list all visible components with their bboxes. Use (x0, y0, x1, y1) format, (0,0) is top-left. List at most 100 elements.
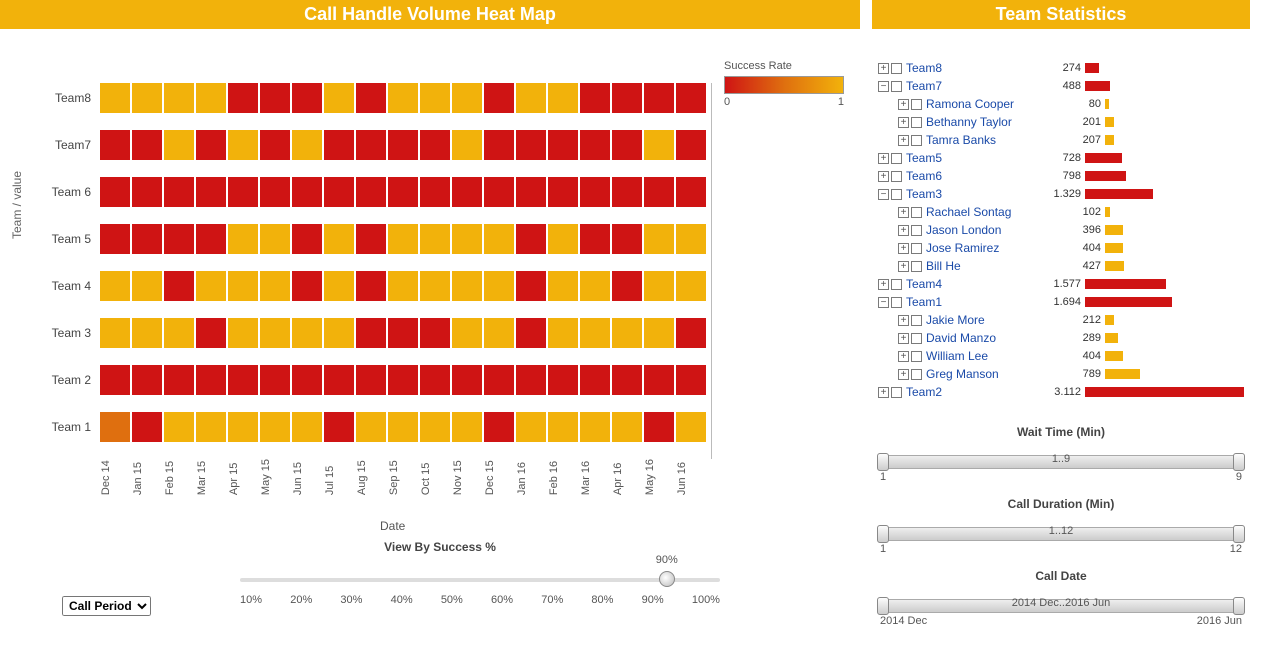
heatmap-cell[interactable] (484, 224, 514, 254)
tree-toggle[interactable]: +· (878, 351, 922, 362)
heatmap-cell[interactable] (132, 318, 162, 348)
heatmap-cell[interactable] (132, 412, 162, 442)
expand-icon[interactable]: + (898, 351, 909, 362)
heatmap-cell[interactable] (516, 318, 546, 348)
collapse-icon[interactable]: − (878, 81, 889, 92)
heatmap-cell[interactable] (292, 365, 322, 395)
heatmap-cell[interactable] (612, 412, 642, 442)
heatmap-cell[interactable] (548, 83, 578, 113)
heatmap-cell[interactable] (676, 177, 706, 207)
heatmap-cell[interactable] (228, 271, 258, 301)
team-stat-row[interactable]: −·Team11.694 (878, 293, 1244, 311)
heatmap-cell[interactable] (388, 177, 418, 207)
tree-toggle[interactable]: +· (878, 99, 922, 110)
heatmap-cell[interactable] (292, 130, 322, 160)
heatmap-cell[interactable] (164, 177, 194, 207)
tree-toggle[interactable]: +· (878, 207, 922, 218)
heatmap-cell[interactable] (324, 177, 354, 207)
heatmap-cell[interactable] (644, 83, 674, 113)
heatmap-cell[interactable] (100, 412, 130, 442)
heatmap-cell[interactable] (260, 271, 290, 301)
heatmap-cell[interactable] (612, 365, 642, 395)
expand-icon[interactable]: + (898, 225, 909, 236)
heatmap-cell[interactable] (132, 130, 162, 160)
heatmap-cell[interactable] (548, 365, 578, 395)
team-stat-row[interactable]: +·William Lee404 (878, 347, 1244, 365)
heatmap-cell[interactable] (580, 271, 610, 301)
heatmap-cell[interactable] (260, 412, 290, 442)
heatmap-cell[interactable] (452, 83, 482, 113)
team-stat-row[interactable]: +·Jose Ramirez404 (878, 239, 1244, 257)
heatmap-cell[interactable] (548, 177, 578, 207)
heatmap-cell[interactable] (548, 224, 578, 254)
heatmap-cell[interactable] (356, 224, 386, 254)
heatmap-cell[interactable] (580, 318, 610, 348)
heatmap-cell[interactable] (196, 177, 226, 207)
heatmap-cell[interactable] (644, 130, 674, 160)
heatmap-cell[interactable] (356, 412, 386, 442)
expand-icon[interactable]: + (898, 135, 909, 146)
heatmap-cell[interactable] (164, 224, 194, 254)
expand-icon[interactable]: + (878, 153, 889, 164)
heatmap-cell[interactable] (644, 271, 674, 301)
heatmap-cell[interactable] (196, 83, 226, 113)
tree-toggle[interactable]: −· (878, 189, 902, 200)
heatmap-cell[interactable] (388, 318, 418, 348)
heatmap-cell[interactable] (292, 224, 322, 254)
heatmap-cell[interactable] (196, 224, 226, 254)
heatmap-cell[interactable] (356, 83, 386, 113)
heatmap-cell[interactable] (260, 224, 290, 254)
tree-toggle[interactable]: −· (878, 297, 902, 308)
heatmap-cell[interactable] (644, 365, 674, 395)
heatmap-cell[interactable] (388, 130, 418, 160)
heatmap-cell[interactable] (132, 177, 162, 207)
heatmap-cell[interactable] (580, 83, 610, 113)
tree-toggle[interactable]: +· (878, 333, 922, 344)
team-stat-row[interactable]: −·Team7488 (878, 77, 1244, 95)
tree-toggle[interactable]: +· (878, 369, 922, 380)
heatmap-cell[interactable] (420, 130, 450, 160)
heatmap-cell[interactable] (516, 130, 546, 160)
heatmap-cell[interactable] (644, 177, 674, 207)
heatmap-cell[interactable] (164, 318, 194, 348)
heatmap-cell[interactable] (324, 271, 354, 301)
heatmap-cell[interactable] (100, 177, 130, 207)
heatmap-cell[interactable] (132, 365, 162, 395)
heatmap-cell[interactable] (548, 130, 578, 160)
expand-icon[interactable]: + (898, 261, 909, 272)
heatmap-cell[interactable] (260, 83, 290, 113)
heatmap-cell[interactable] (612, 130, 642, 160)
heatmap-cell[interactable] (164, 83, 194, 113)
heatmap-cell[interactable] (644, 318, 674, 348)
heatmap-cell[interactable] (324, 412, 354, 442)
tree-toggle[interactable]: +· (878, 387, 902, 398)
heatmap-cell[interactable] (452, 318, 482, 348)
heatmap-cell[interactable] (324, 365, 354, 395)
heatmap-cell[interactable] (228, 318, 258, 348)
heatmap-cell[interactable] (644, 412, 674, 442)
heatmap-cell[interactable] (292, 83, 322, 113)
expand-icon[interactable]: + (878, 279, 889, 290)
team-stat-row[interactable]: +·Ramona Cooper80 (878, 95, 1244, 113)
heatmap-cell[interactable] (676, 412, 706, 442)
heatmap-cell[interactable] (516, 412, 546, 442)
team-stat-row[interactable]: +·Bethanny Taylor201 (878, 113, 1244, 131)
tree-toggle[interactable]: +· (878, 171, 902, 182)
heatmap-cell[interactable] (260, 177, 290, 207)
heatmap-cell[interactable] (100, 130, 130, 160)
heatmap-cell[interactable] (484, 365, 514, 395)
heatmap-cell[interactable] (228, 130, 258, 160)
heatmap-cell[interactable] (516, 177, 546, 207)
heatmap-cell[interactable] (260, 318, 290, 348)
heatmap-cell[interactable] (164, 365, 194, 395)
heatmap-cell[interactable] (100, 83, 130, 113)
heatmap-cell[interactable] (516, 224, 546, 254)
heatmap-cell[interactable] (612, 224, 642, 254)
slider-thumb[interactable] (659, 571, 675, 587)
heatmap-cell[interactable] (196, 130, 226, 160)
heatmap-cell[interactable] (388, 224, 418, 254)
heatmap-cell[interactable] (580, 224, 610, 254)
expand-icon[interactable]: + (898, 99, 909, 110)
heatmap-cell[interactable] (612, 271, 642, 301)
team-stat-row[interactable]: +·Team23.112 (878, 383, 1244, 401)
